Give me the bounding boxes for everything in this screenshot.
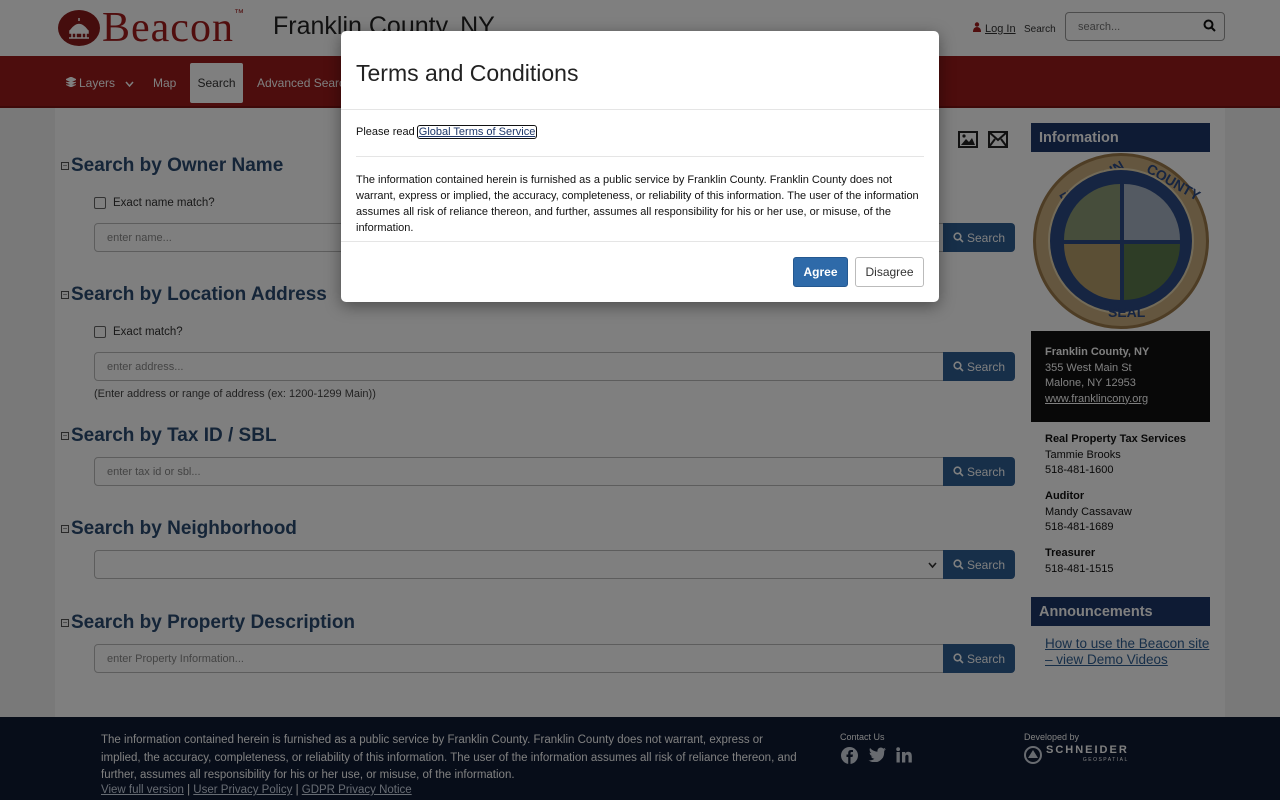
divider	[356, 156, 924, 157]
disagree-button[interactable]: Disagree	[855, 257, 924, 287]
terms-body-text: The information contained herein is furn…	[356, 174, 919, 234]
divider	[341, 109, 939, 110]
divider	[341, 241, 939, 242]
agree-button[interactable]: Agree	[793, 257, 848, 287]
read-prefix: Please read	[356, 126, 415, 138]
modal-title: Terms and Conditions	[356, 60, 579, 86]
terms-modal: Terms and Conditions Please read Global …	[341, 31, 939, 302]
terms-read-line: Please read Global Terms of Service	[356, 125, 538, 139]
global-terms-link[interactable]: Global Terms of Service	[416, 125, 538, 139]
